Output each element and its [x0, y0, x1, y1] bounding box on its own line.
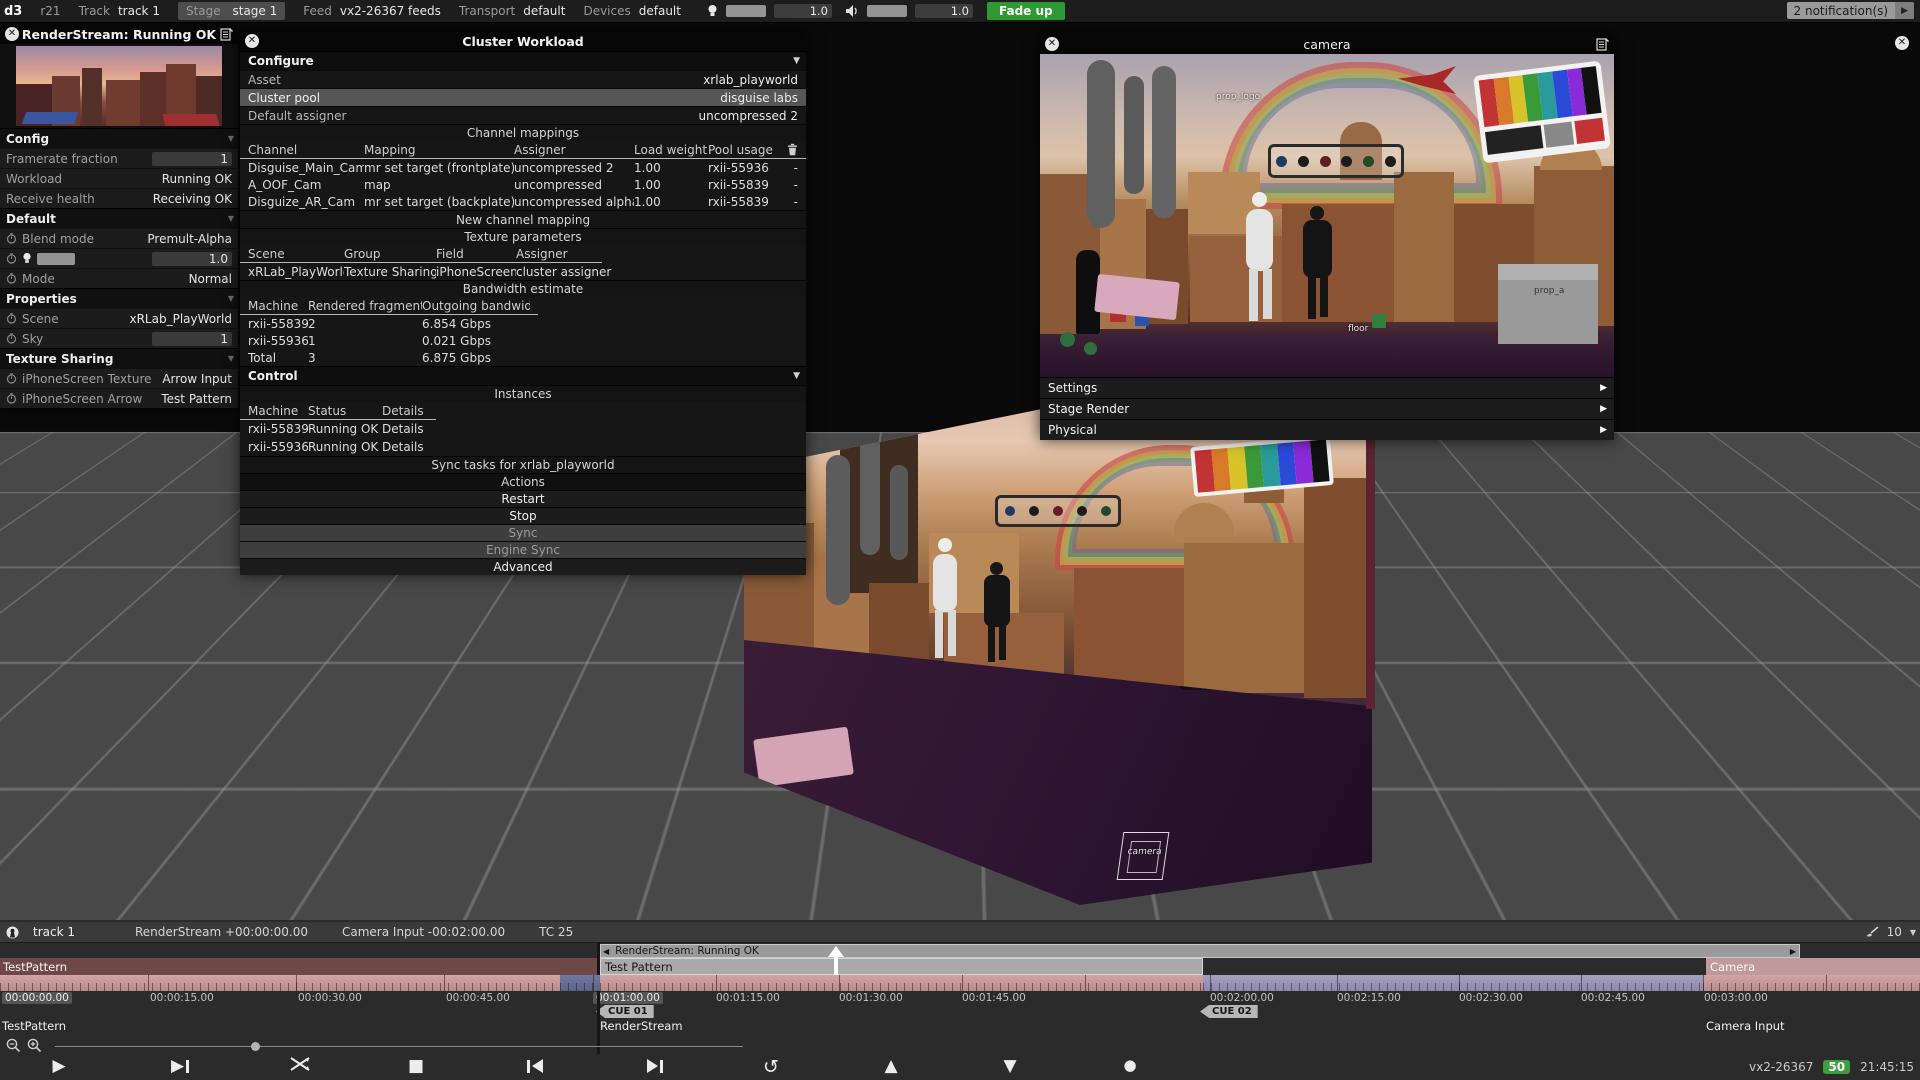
- notifications-text: 2 notification(s): [1794, 4, 1889, 18]
- renderstream-timecode: RenderStream +00:00:00.00: [135, 925, 308, 939]
- timeline-ruler-purple[interactable]: [1203, 975, 1703, 991]
- transport-menu-value[interactable]: default: [523, 4, 565, 18]
- editor-divider[interactable]: [597, 942, 600, 1054]
- timeline-ruler-pink[interactable]: [0, 975, 560, 991]
- timecode-label: 00:02:45.00: [1581, 992, 1645, 1004]
- notifications-badge[interactable]: 2 notification(s) ▶: [1787, 2, 1914, 19]
- brightness-slider[interactable]: [726, 5, 766, 17]
- machine-id: vx2-26367: [1749, 1060, 1813, 1074]
- crossfade-button[interactable]: [280, 1056, 320, 1072]
- fade-up-button[interactable]: Fade up: [987, 2, 1065, 20]
- timeline-ruler-pink[interactable]: [600, 975, 1203, 991]
- previous-track-button[interactable]: ▲: [871, 1056, 911, 1076]
- play-button[interactable]: ▶: [39, 1056, 79, 1076]
- play-section-button[interactable]: ▶: [160, 1056, 200, 1076]
- next-section-button[interactable]: [635, 1056, 675, 1076]
- timecode-label: 00:01:00.00: [593, 992, 663, 1004]
- devices-menu-value[interactable]: default: [639, 4, 681, 18]
- tc-rate-label: TC 25: [539, 925, 573, 939]
- record-button[interactable]: ●: [1110, 1056, 1150, 1074]
- volume-value[interactable]: 1.0: [915, 4, 973, 18]
- camera-section-bar[interactable]: Camera: [1706, 958, 1920, 975]
- playhead[interactable]: [828, 946, 844, 976]
- timecode-label: 00:00:15.00: [150, 992, 214, 1004]
- notification-expand-icon[interactable]: ▶: [1895, 2, 1914, 19]
- renderstream-status-bar[interactable]: ◀ RenderStream: Running OK ▶: [600, 944, 1800, 958]
- test-pattern-section-bar[interactable]: Test Pattern: [600, 958, 1203, 975]
- testpattern-layer-label[interactable]: TestPattern: [2, 1019, 66, 1033]
- volume-icon: [846, 5, 859, 17]
- timecode-label: 00:01:30.00: [839, 992, 903, 1004]
- volume-slider[interactable]: [867, 5, 907, 17]
- test-pattern-section-label: Test Pattern: [605, 960, 673, 974]
- disguise-app: camera ✕ d3 r21 Track track 1 Stage stag…: [0, 0, 1920, 1080]
- top-menu-bar: d3 r21 Track track 1 Stage stage 1 Feed …: [0, 0, 1920, 23]
- stage-menu-value: stage 1: [232, 4, 277, 18]
- timeline-ruler-pink[interactable]: [1703, 975, 1920, 991]
- timecode-label: 00:00:45.00: [446, 992, 510, 1004]
- camera-section-label: Camera: [1710, 960, 1755, 974]
- timecode-label: 00:02:00.00: [1210, 992, 1274, 1004]
- brightness-icon: [707, 4, 718, 18]
- chevron-left-icon[interactable]: ◀: [603, 947, 609, 956]
- track-name[interactable]: track 1: [33, 925, 75, 939]
- brightness-value[interactable]: 1.0: [774, 4, 832, 18]
- timecode-label: 00:03:00.00: [1704, 992, 1768, 1004]
- scrollbar-handle[interactable]: [251, 1042, 260, 1051]
- timecode-label: 00:01:45.00: [962, 992, 1026, 1004]
- stage-menu-label: Stage: [186, 4, 221, 18]
- track-menu-label[interactable]: Track: [79, 4, 110, 18]
- return-to-start-button[interactable]: ↺: [751, 1056, 791, 1078]
- fps-badge: 50: [1823, 1060, 1850, 1074]
- zoom-out-icon[interactable]: [6, 1038, 21, 1053]
- version-label: r21: [40, 4, 60, 18]
- brush-icon[interactable]: [1865, 926, 1879, 939]
- timecode-label: 00:01:15.00: [716, 992, 780, 1004]
- timeline-scrollbar[interactable]: [55, 1046, 743, 1047]
- clock: 21:45:15: [1860, 1060, 1914, 1074]
- stage-menu[interactable]: Stage stage 1: [178, 2, 285, 20]
- next-track-button[interactable]: ▼: [990, 1056, 1030, 1076]
- zoom-in-icon[interactable]: [27, 1038, 42, 1053]
- camera-input-timecode: Camera Input -00:02:00.00: [342, 925, 505, 939]
- renderstream-layer-label[interactable]: RenderStream: [600, 1019, 683, 1033]
- trackbar-right-value[interactable]: 10: [1887, 925, 1902, 939]
- track-menu-value[interactable]: track 1: [118, 4, 160, 18]
- timecode-label: 00:00:00.00: [2, 992, 72, 1004]
- track-bar[interactable]: track 1 RenderStream +00:00:00.00 Camera…: [0, 922, 1920, 943]
- feed-menu-value[interactable]: vx2-26367 feeds: [340, 4, 441, 18]
- track-icon[interactable]: [6, 926, 19, 939]
- testpattern-section-bar[interactable]: TestPattern: [0, 958, 597, 975]
- camera-input-layer-label[interactable]: Camera Input: [1706, 1019, 1785, 1033]
- renderstream-status-label: RenderStream: Running OK: [615, 945, 759, 957]
- previous-section-button[interactable]: [515, 1056, 555, 1076]
- testpattern-section-label: TestPattern: [3, 960, 67, 974]
- timeline-area: track 1 RenderStream +00:00:00.00 Camera…: [0, 920, 1920, 1080]
- chevron-right-icon[interactable]: ▶: [1790, 947, 1796, 956]
- cue-marker-1[interactable]: CUE 01: [596, 1005, 654, 1018]
- timecode-label: 00:00:30.00: [298, 992, 362, 1004]
- transport-menu-label[interactable]: Transport: [459, 4, 515, 18]
- app-logo[interactable]: d3: [4, 4, 22, 19]
- timeline-ruler-blue[interactable]: [560, 975, 600, 991]
- feed-menu-label[interactable]: Feed: [303, 4, 332, 18]
- stop-button[interactable]: ■: [396, 1056, 436, 1076]
- devices-menu-label[interactable]: Devices: [583, 4, 630, 18]
- cue-marker-2[interactable]: CUE 02: [1200, 1005, 1258, 1018]
- timecode-label: 00:02:30.00: [1459, 992, 1523, 1004]
- timecode-label: 00:02:15.00: [1337, 992, 1401, 1004]
- chevron-down-icon[interactable]: ▼: [1910, 928, 1916, 937]
